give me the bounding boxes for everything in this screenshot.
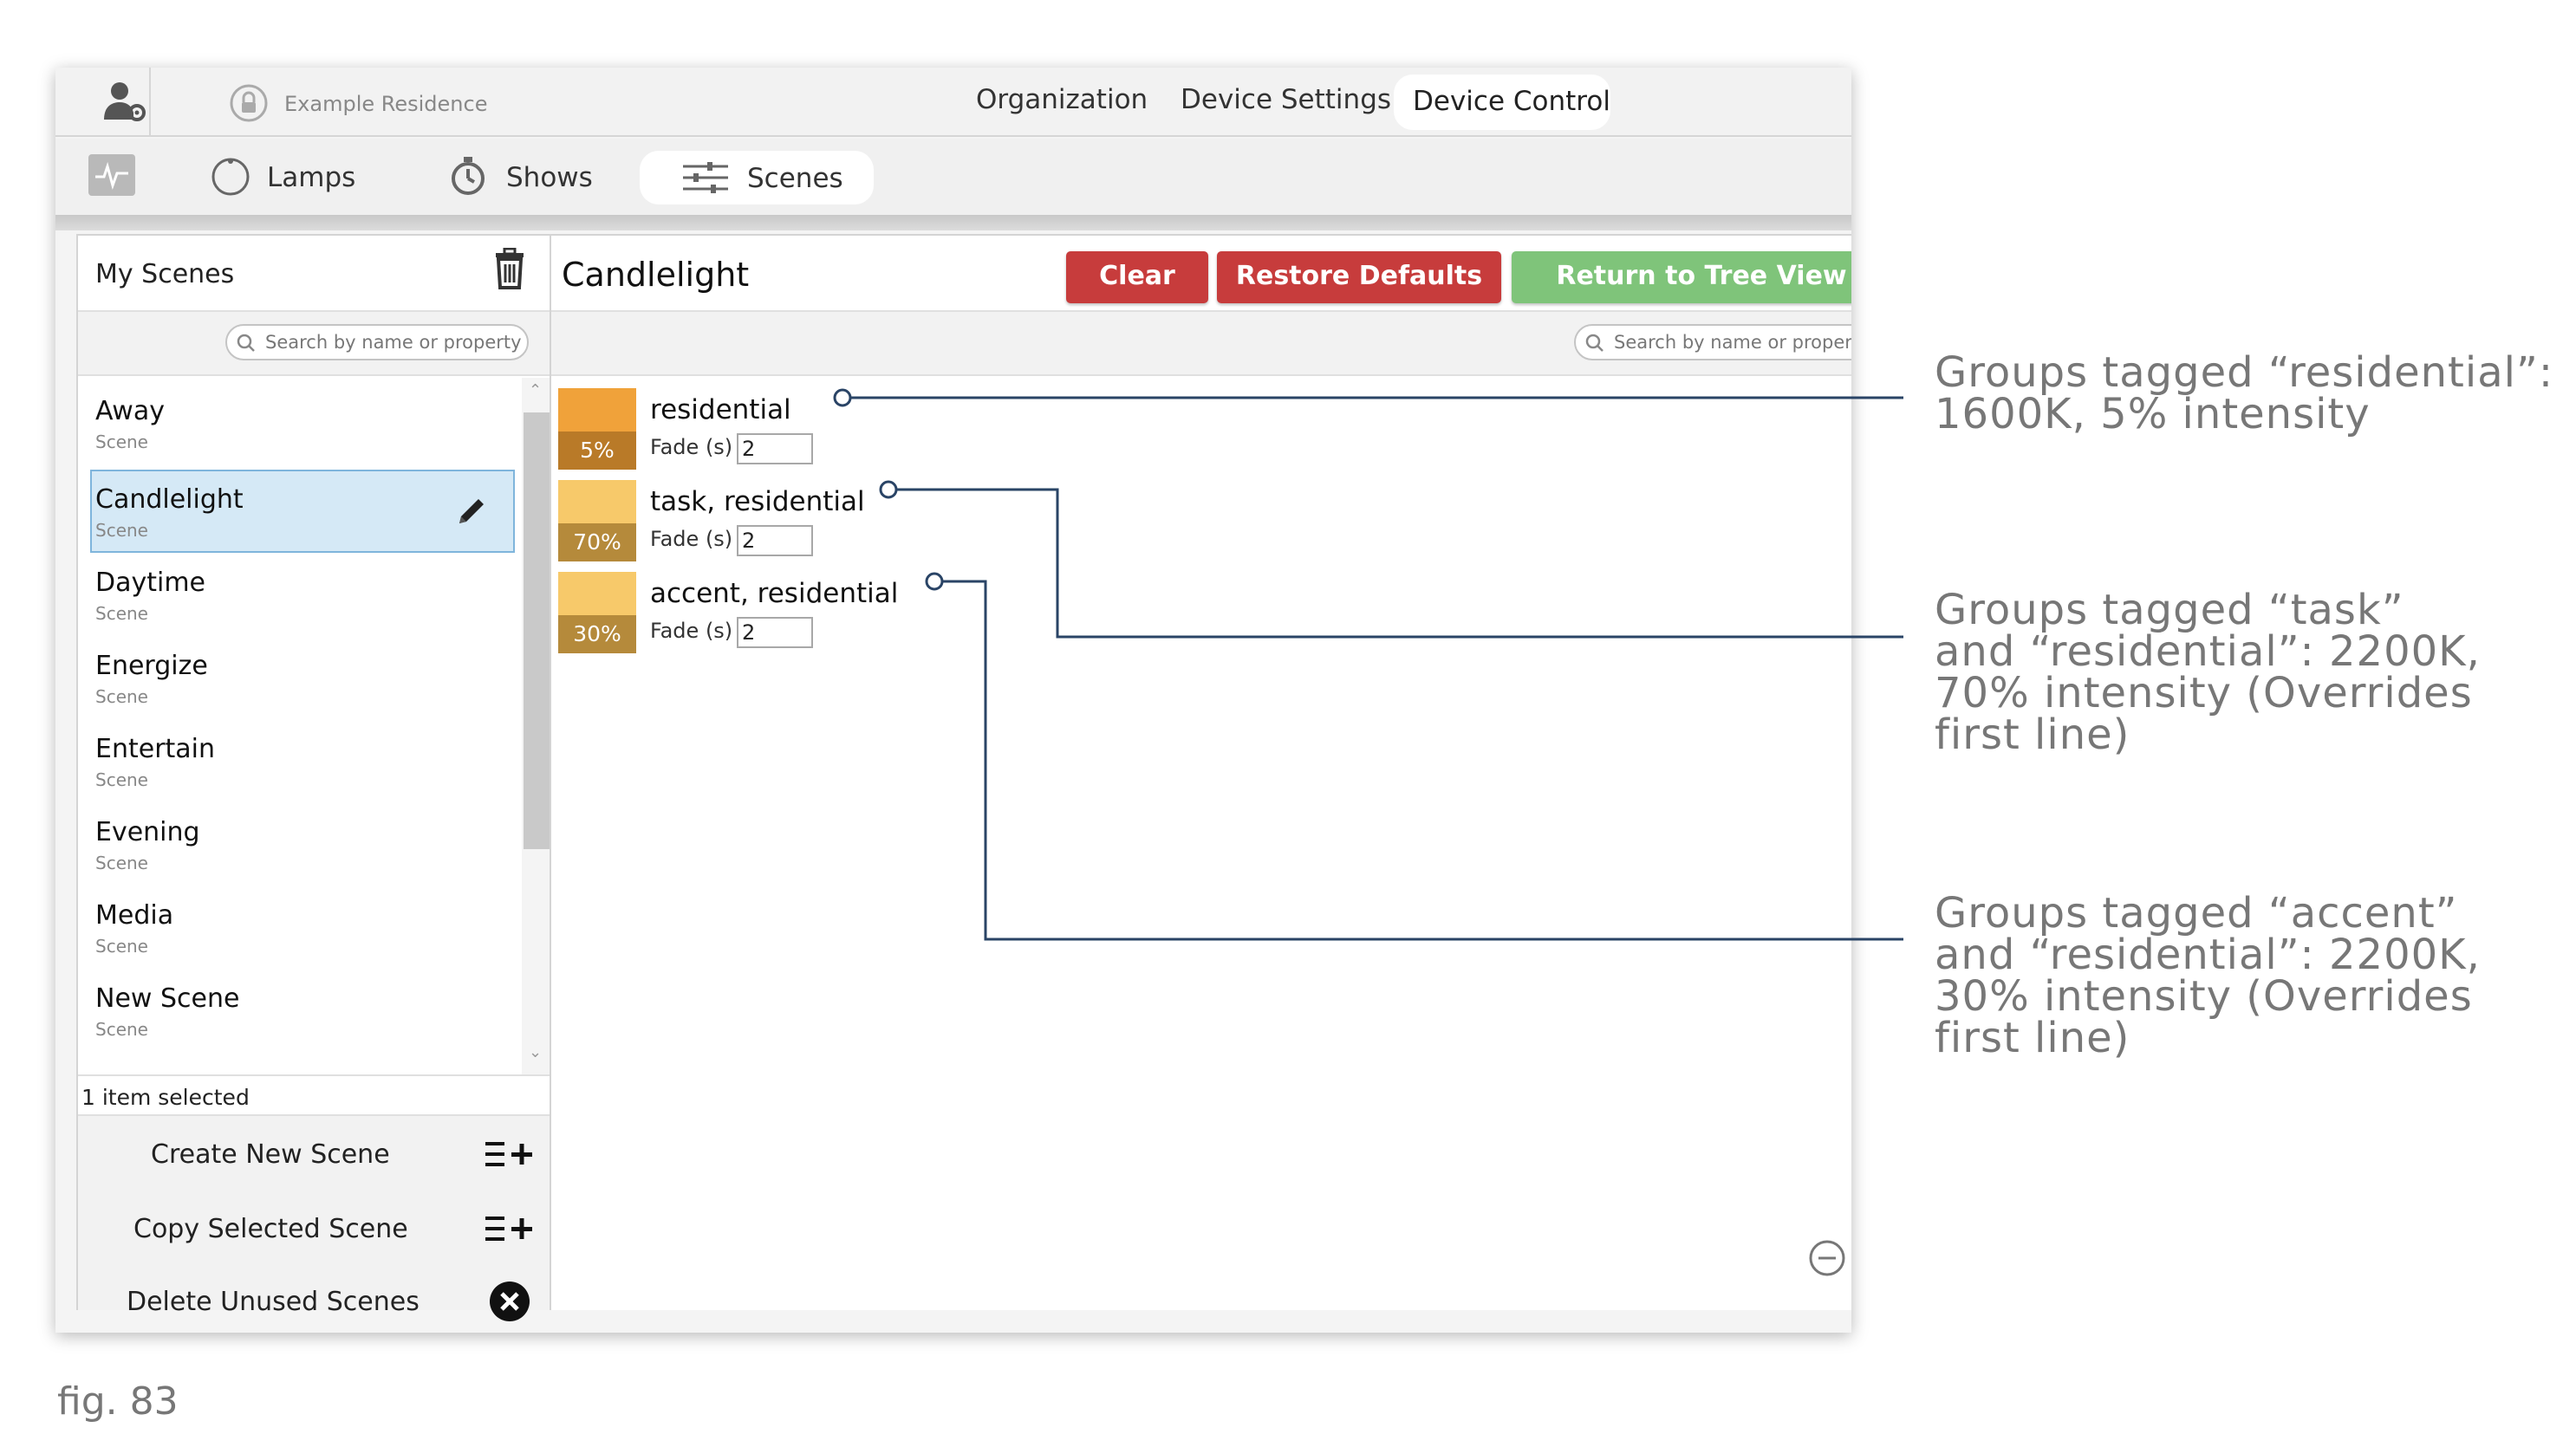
annotation-accent: Groups tagged “accent” and “residential”… (1935, 892, 2481, 1059)
annotation-line: Groups tagged “accent” (1935, 889, 2458, 938)
annotation-line: 30% intensity (Overrides (1935, 972, 2473, 1021)
annotation-line: first line) (1935, 1014, 2130, 1062)
annotation-line: and “residential”: 2200K, (1935, 627, 2481, 676)
annotation-line: and “residential”: 2200K, (1935, 931, 2481, 979)
annotation-line: first line) (1935, 711, 2130, 759)
annotation-line: Groups tagged “residential”: (1935, 348, 2553, 397)
leader-line-task (896, 488, 1903, 639)
leader-anchor-accent (925, 572, 944, 591)
annotation-task: Groups tagged “task” and “residential”: … (1935, 589, 2481, 756)
annotation-line: 1600K, 5% intensity (1935, 390, 2371, 438)
leader-anchor-residential (833, 388, 852, 407)
leader-anchor-task (879, 480, 898, 499)
figure-caption: fig. 83 (57, 1379, 179, 1424)
annotation-residential: Groups tagged “residential”: 1600K, 5% i… (1935, 352, 2553, 435)
annotation-line: Groups tagged “task” (1935, 586, 2404, 634)
leader-line-accent (942, 580, 1903, 941)
annotation-line: 70% intensity (Overrides (1935, 669, 2473, 717)
